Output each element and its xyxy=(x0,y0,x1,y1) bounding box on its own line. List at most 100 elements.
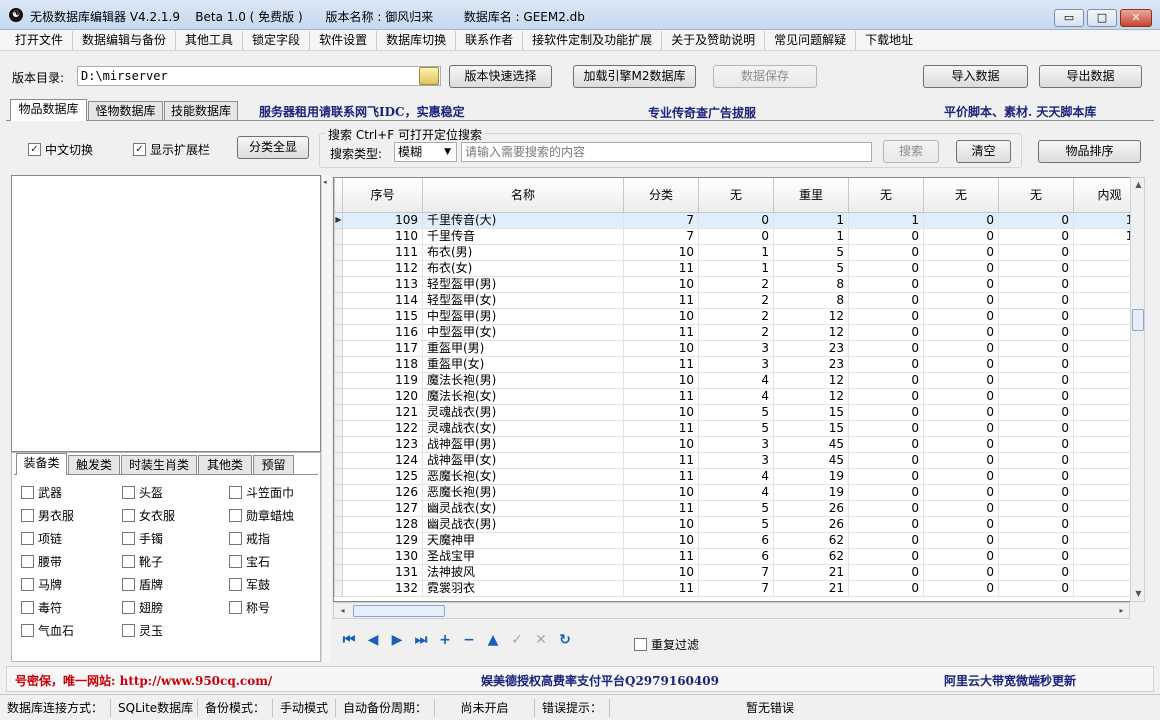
row-header[interactable] xyxy=(334,499,343,517)
cat-necklace[interactable]: 项链 xyxy=(21,527,122,550)
table-cell[interactable]: 0 xyxy=(923,387,999,405)
table-cell[interactable]: 0 xyxy=(848,307,924,325)
table-row[interactable]: 126 恶魔长袍(男) 10 4 19 0 0 0 xyxy=(334,483,1144,501)
table-cell[interactable]: 4 xyxy=(698,387,774,405)
table-cell[interactable]: 7 xyxy=(623,211,699,229)
table-cell[interactable]: 11 xyxy=(623,259,699,277)
table-cell[interactable]: 127 xyxy=(342,499,423,517)
table-cell[interactable]: 天魔神甲 xyxy=(422,531,624,549)
quick-select-button[interactable]: 版本快速选择 xyxy=(449,65,552,88)
table-cell[interactable]: 11 xyxy=(623,387,699,405)
table-cell[interactable]: 0 xyxy=(848,227,924,245)
table-cell[interactable]: 11 xyxy=(623,323,699,341)
grid-hscrollbar[interactable]: ◂ ▸ xyxy=(333,602,1130,619)
table-row[interactable]: 127 幽灵战衣(女) 11 5 26 0 0 0 xyxy=(334,499,1144,517)
table-row[interactable]: 119 魔法长袍(男) 10 4 12 0 0 0 xyxy=(334,371,1144,389)
table-cell[interactable]: 0 xyxy=(998,531,1074,549)
export-button[interactable]: 导出数据 xyxy=(1039,65,1142,88)
search-type-select[interactable]: 模糊 ▼ xyxy=(394,142,457,162)
table-row[interactable]: 128 幽灵战衣(男) 10 5 26 0 0 0 xyxy=(334,515,1144,533)
dir-input[interactable]: D:\mirserver xyxy=(77,66,441,86)
table-cell[interactable]: 10 xyxy=(623,563,699,581)
tab-fashion[interactable]: 时装生肖类 xyxy=(121,455,197,474)
table-cell[interactable]: 26 xyxy=(773,515,849,533)
table-cell[interactable]: 5 xyxy=(698,515,774,533)
row-header[interactable] xyxy=(334,371,343,389)
table-cell[interactable]: 7 xyxy=(698,579,774,597)
table-cell[interactable]: 0 xyxy=(848,387,924,405)
table-cell[interactable]: 0 xyxy=(848,371,924,389)
table-cell[interactable]: 0 xyxy=(923,435,999,453)
table-cell[interactable]: 0 xyxy=(998,211,1074,229)
table-cell[interactable]: 法神披风 xyxy=(422,563,624,581)
table-cell[interactable]: 10 xyxy=(623,435,699,453)
cancel-icon[interactable]: ✕ xyxy=(531,630,551,650)
next-icon[interactable]: ▶ xyxy=(387,630,407,650)
table-cell[interactable]: 10 xyxy=(623,371,699,389)
table-cell[interactable]: 0 xyxy=(923,291,999,309)
table-cell[interactable]: 0 xyxy=(923,467,999,485)
row-header[interactable] xyxy=(334,483,343,501)
vscroll-thumb[interactable] xyxy=(1132,309,1144,331)
table-cell[interactable]: 12 xyxy=(773,323,849,341)
table-cell[interactable]: 中型盔甲(女) xyxy=(422,323,624,341)
table-cell[interactable]: 121 xyxy=(342,403,423,421)
table-cell[interactable]: 11 xyxy=(623,547,699,565)
cat-talisman[interactable]: 毒符 xyxy=(21,596,122,619)
table-cell[interactable]: 15 xyxy=(773,403,849,421)
cat-boots[interactable]: 靴子 xyxy=(122,550,229,573)
ad-payment[interactable]: 娱美德授权高费率支付平台Q2979160409 xyxy=(481,672,719,689)
table-cell[interactable]: 0 xyxy=(848,499,924,517)
table-row[interactable]: 132 霓裳羽衣 11 7 21 0 0 0 xyxy=(334,579,1144,597)
row-header[interactable] xyxy=(334,515,343,533)
table-row[interactable]: 124 战神盔甲(女) 11 3 45 0 0 0 xyxy=(334,451,1144,469)
table-cell[interactable]: 4 xyxy=(698,371,774,389)
table-cell[interactable]: 6 xyxy=(698,547,774,565)
maximize-button[interactable]: □ xyxy=(1087,9,1117,27)
table-cell[interactable]: 0 xyxy=(848,323,924,341)
table-cell[interactable]: 恶魔长袍(女) xyxy=(422,467,624,485)
search-input[interactable]: 请输入需要搜索的内容 xyxy=(461,142,872,162)
table-cell[interactable]: 恶魔长袍(男) xyxy=(422,483,624,501)
table-cell[interactable]: 12 xyxy=(773,371,849,389)
first-icon[interactable]: ⏮ xyxy=(339,630,359,650)
ad-website[interactable]: 号密保，唯一网站: http://www.950cq.com/ xyxy=(15,672,272,689)
table-cell[interactable]: 5 xyxy=(698,403,774,421)
table-cell[interactable]: 0 xyxy=(923,579,999,597)
cat-shield[interactable]: 盾牌 xyxy=(122,573,229,596)
cat-weapon[interactable]: 武器 xyxy=(21,481,122,504)
col-header-weight[interactable]: 重里 xyxy=(773,178,849,213)
ad-scripts[interactable]: 平价脚本、素材. 天天脚本库 xyxy=(944,103,1096,120)
table-cell[interactable]: 0 xyxy=(848,291,924,309)
import-button[interactable]: 导入数据 xyxy=(923,65,1028,88)
table-cell[interactable]: 0 xyxy=(923,515,999,533)
table-cell[interactable]: 0 xyxy=(923,323,999,341)
table-cell[interactable]: 0 xyxy=(998,227,1074,245)
table-row[interactable]: 116 中型盔甲(女) 11 2 12 0 0 0 xyxy=(334,323,1144,341)
row-header[interactable] xyxy=(334,323,343,341)
table-cell[interactable]: 0 xyxy=(998,355,1074,373)
tab-skills-db[interactable]: 技能数据库 xyxy=(164,101,238,120)
table-cell[interactable]: 12 xyxy=(773,387,849,405)
row-header[interactable] xyxy=(334,291,343,309)
table-cell[interactable]: 1 xyxy=(773,211,849,229)
table-cell[interactable]: 21 xyxy=(773,563,849,581)
table-cell[interactable]: 0 xyxy=(998,323,1074,341)
row-header[interactable] xyxy=(334,563,343,581)
row-header[interactable] xyxy=(334,355,343,373)
table-cell[interactable]: 0 xyxy=(998,467,1074,485)
table-cell[interactable]: 0 xyxy=(848,579,924,597)
row-header[interactable] xyxy=(334,579,343,597)
table-cell[interactable]: 7 xyxy=(623,227,699,245)
table-row[interactable]: 117 重盔甲(男) 10 3 23 0 0 0 xyxy=(334,339,1144,357)
table-cell[interactable]: 0 xyxy=(998,403,1074,421)
table-row[interactable]: 125 恶魔长袍(女) 11 4 19 0 0 0 xyxy=(334,467,1144,485)
menu-contact[interactable]: 联系作者 xyxy=(456,30,524,50)
table-cell[interactable]: 千里传音 xyxy=(422,227,624,245)
dup-filter-checkbox[interactable]: 重复过滤 xyxy=(634,636,699,653)
row-header[interactable] xyxy=(334,307,343,325)
table-cell[interactable]: 0 xyxy=(848,355,924,373)
clear-button[interactable]: 清空 xyxy=(956,140,1011,163)
refresh-icon[interactable]: ↻ xyxy=(555,630,575,650)
table-cell[interactable]: 重盔甲(女) xyxy=(422,355,624,373)
